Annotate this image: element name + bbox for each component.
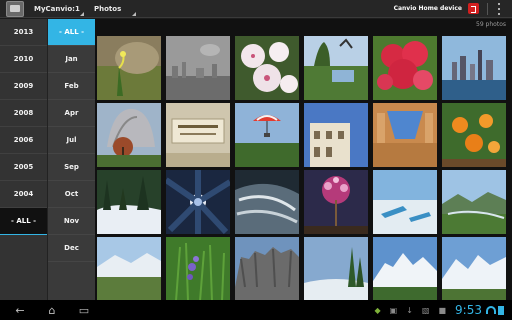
status-area: ◆ ▣ ↓ ▧ ■ 9:53 bbox=[375, 300, 512, 320]
photo-thumbnail[interactable] bbox=[442, 170, 506, 234]
battery-icon bbox=[498, 305, 504, 315]
system-bar: ← ⌂ ▭ ◆ ▣ ↓ ▧ ■ 9:53 bbox=[0, 300, 512, 320]
photo-thumbnail[interactable] bbox=[373, 237, 437, 301]
photo-thumbnail[interactable] bbox=[97, 103, 161, 167]
year-item-all[interactable]: - ALL - bbox=[0, 208, 47, 235]
spinner-arrow-icon bbox=[132, 11, 136, 16]
divider bbox=[487, 2, 488, 15]
photo-thumbnail[interactable] bbox=[373, 36, 437, 100]
recents-icon[interactable]: ▭ bbox=[72, 300, 96, 320]
month-item-jan[interactable]: Jan bbox=[48, 46, 95, 73]
media-type-label: Photos bbox=[94, 4, 122, 13]
camera-icon: ■ bbox=[438, 305, 447, 315]
app-icon[interactable] bbox=[6, 0, 24, 17]
photo-thumbnail[interactable] bbox=[166, 36, 230, 100]
photo-thumbnail[interactable] bbox=[304, 237, 368, 301]
image-notification-icon: ▣ bbox=[389, 305, 398, 315]
spinner-arrow-icon bbox=[80, 11, 84, 16]
year-item-2004[interactable]: 2004 bbox=[0, 181, 47, 208]
photo-thumbnail[interactable] bbox=[235, 170, 299, 234]
photo-thumbnail[interactable] bbox=[304, 36, 368, 100]
download-icon: ↓ bbox=[406, 305, 413, 315]
back-icon[interactable]: ← bbox=[8, 300, 32, 320]
action-bar: MyCanvio:1 Photos Canvio Home device bbox=[0, 0, 512, 18]
year-item-2005[interactable]: 2005 bbox=[0, 154, 47, 181]
photo-thumbnail[interactable] bbox=[97, 36, 161, 100]
photo-thumbnail[interactable] bbox=[166, 170, 230, 234]
photo-thumbnail[interactable] bbox=[97, 170, 161, 234]
photo-thumbnail[interactable] bbox=[304, 103, 368, 167]
photo-thumbnail[interactable] bbox=[442, 237, 506, 301]
photo-thumbnail[interactable] bbox=[235, 103, 299, 167]
media-type-spinner[interactable]: Photos bbox=[94, 0, 136, 18]
photo-thumbnail[interactable] bbox=[442, 103, 506, 167]
clock: 9:53 bbox=[455, 303, 482, 317]
month-item-all[interactable]: - ALL - bbox=[48, 19, 95, 46]
photo-thumbnail[interactable] bbox=[373, 170, 437, 234]
exit-icon[interactable] bbox=[468, 3, 479, 14]
photo-thumbnail[interactable] bbox=[166, 237, 230, 301]
month-item-jul[interactable]: Jul bbox=[48, 127, 95, 154]
photo-thumbnail[interactable] bbox=[235, 237, 299, 301]
year-item-2009[interactable]: 2009 bbox=[0, 73, 47, 100]
device-spinner[interactable]: MyCanvio:1 bbox=[34, 0, 84, 18]
month-item-oct[interactable]: Oct bbox=[48, 181, 95, 208]
month-list: - ALL - Jan Feb Apr Jul Sep Oct Nov Dec bbox=[47, 19, 95, 300]
month-item-nov[interactable]: Nov bbox=[48, 208, 95, 235]
month-item-feb[interactable]: Feb bbox=[48, 73, 95, 100]
photo-thumbnail[interactable] bbox=[235, 36, 299, 100]
month-item-dec[interactable]: Dec bbox=[48, 235, 95, 262]
android-icon: ◆ bbox=[374, 305, 381, 315]
year-item-2006[interactable]: 2006 bbox=[0, 127, 47, 154]
photo-count: 59 photos bbox=[476, 21, 506, 28]
month-item-apr[interactable]: Apr bbox=[48, 100, 95, 127]
month-item-sep[interactable]: Sep bbox=[48, 154, 95, 181]
photo-thumbnail[interactable] bbox=[166, 103, 230, 167]
photo-thumbnail[interactable] bbox=[373, 103, 437, 167]
device-label: MyCanvio:1 bbox=[34, 4, 80, 13]
year-item-2013[interactable]: 2013 bbox=[0, 19, 47, 46]
home-icon[interactable]: ⌂ bbox=[40, 300, 64, 320]
home-device-label: Canvio Home device bbox=[393, 5, 462, 12]
app-window: MyCanvio:1 Photos Canvio Home device 201… bbox=[0, 0, 512, 320]
year-item-2008[interactable]: 2008 bbox=[0, 100, 47, 127]
year-list: 2013 2010 2009 2008 2006 2005 2004 - ALL… bbox=[0, 19, 47, 300]
year-item-2010[interactable]: 2010 bbox=[0, 46, 47, 73]
sync-icon: ▧ bbox=[421, 305, 430, 315]
photo-grid: 59 photos bbox=[95, 19, 512, 301]
photo-thumbnail[interactable] bbox=[97, 237, 161, 301]
photo-thumbnail[interactable] bbox=[442, 36, 506, 100]
wifi-icon bbox=[486, 306, 496, 314]
photo-thumbnail[interactable] bbox=[304, 170, 368, 234]
action-bar-right: Canvio Home device bbox=[394, 0, 512, 18]
overflow-menu-icon[interactable] bbox=[496, 2, 502, 15]
